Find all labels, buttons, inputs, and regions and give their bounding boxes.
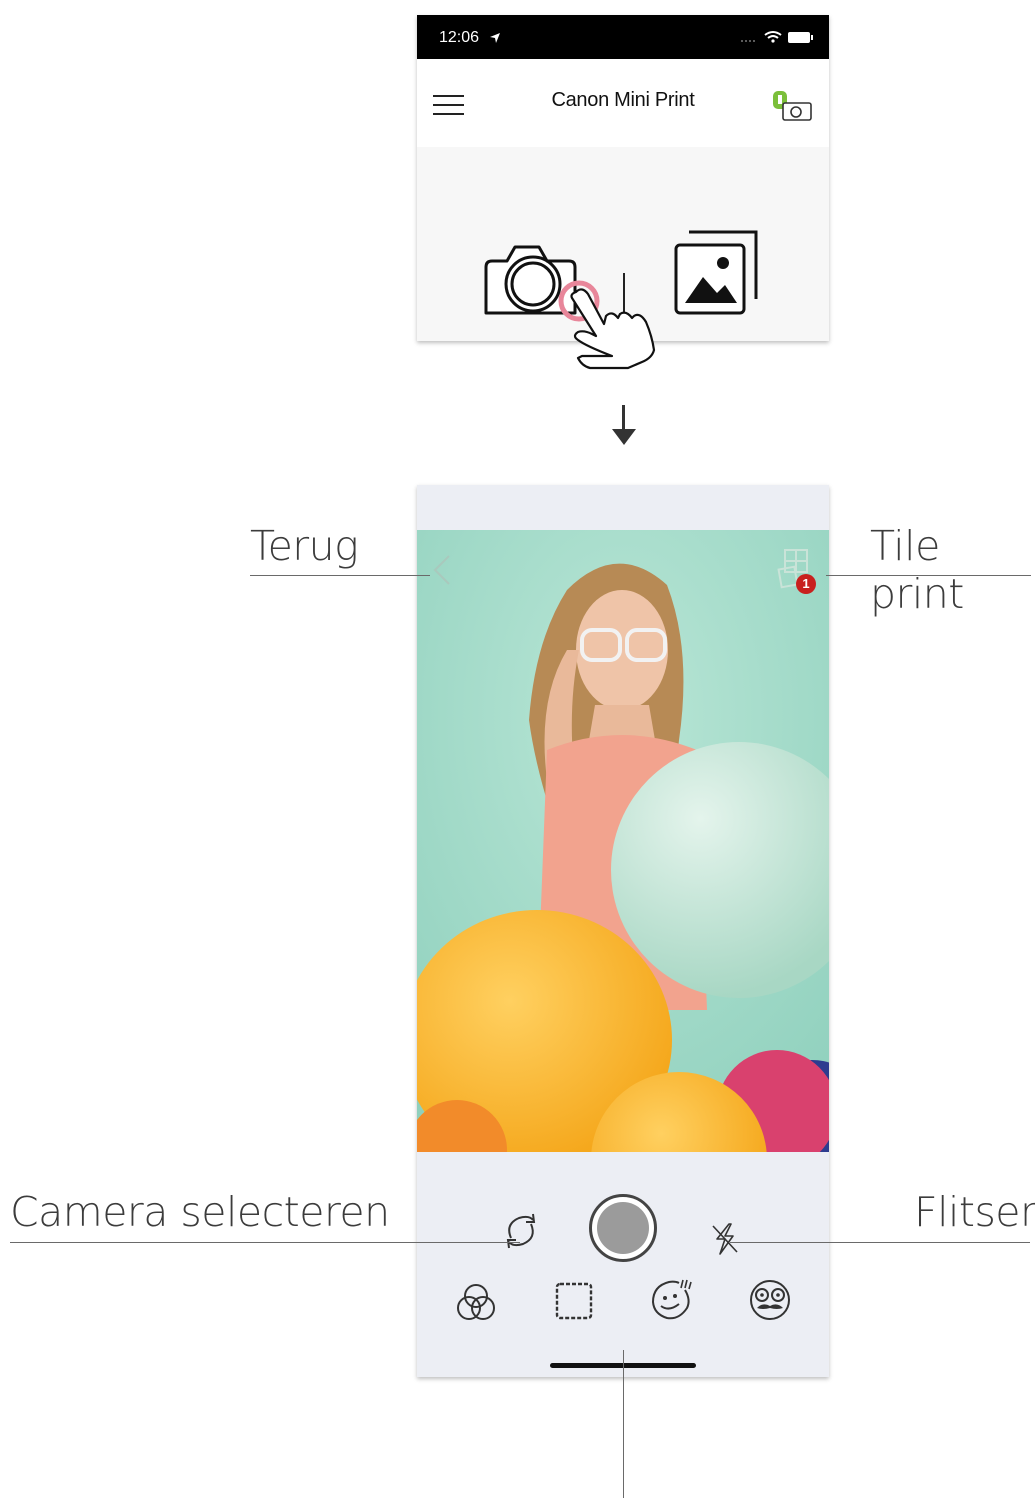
camera-viewfinder[interactable]: 1 bbox=[417, 530, 829, 1152]
chevron-left-icon[interactable] bbox=[431, 554, 455, 586]
tile-print-badge: 1 bbox=[796, 574, 816, 594]
mustache-mask-icon[interactable] bbox=[747, 1278, 793, 1322]
callout-flash-label: Flitser bbox=[914, 1188, 1035, 1236]
hand-pointer-icon bbox=[570, 288, 656, 370]
signal-wifi-battery-icon bbox=[741, 31, 813, 43]
callout-camera-select-line bbox=[10, 1242, 520, 1243]
frame-icon[interactable] bbox=[553, 1280, 595, 1322]
callout-back-line bbox=[250, 575, 430, 576]
shutter-inner bbox=[597, 1202, 649, 1254]
shutter-button[interactable] bbox=[589, 1194, 657, 1262]
callout-bottom-line bbox=[623, 1350, 624, 1498]
callout-back-label: Terug bbox=[250, 522, 359, 570]
callout-tile-print-label: Tile print bbox=[870, 522, 964, 618]
callout-flash-line bbox=[730, 1242, 1030, 1243]
camera-preview-image bbox=[417, 530, 829, 1152]
camera-screen: 1 bbox=[417, 485, 829, 1377]
photo-gallery-icon[interactable] bbox=[673, 229, 763, 319]
down-arrow-icon bbox=[612, 405, 636, 445]
flash-off-icon[interactable] bbox=[711, 1222, 739, 1256]
status-bar: 12:06 bbox=[417, 15, 829, 59]
status-time: 12:06 bbox=[439, 29, 480, 46]
location-arrow-icon bbox=[490, 33, 500, 43]
callout-camera-select-label: Camera selecteren bbox=[10, 1188, 390, 1236]
camera-controls bbox=[417, 1152, 829, 1377]
printer-battery-icon[interactable] bbox=[765, 89, 815, 123]
app-bar: Canon Mini Print bbox=[417, 59, 829, 147]
callout-tile-print-line bbox=[826, 575, 1031, 576]
filters-icon[interactable] bbox=[453, 1280, 499, 1326]
camera-switch-icon[interactable] bbox=[501, 1210, 541, 1250]
sticker-face-icon[interactable] bbox=[649, 1276, 695, 1322]
